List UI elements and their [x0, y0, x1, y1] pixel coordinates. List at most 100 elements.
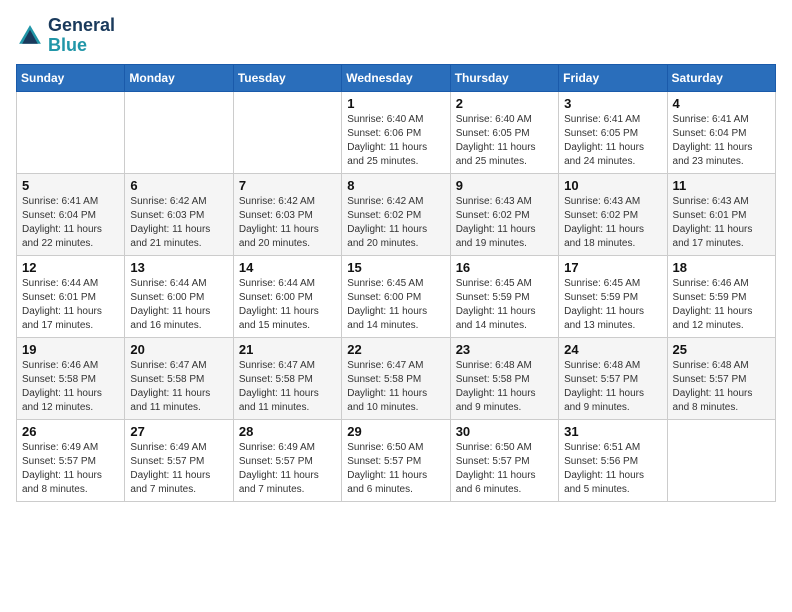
calendar-week-row: 12Sunrise: 6:44 AM Sunset: 6:01 PM Dayli… [17, 255, 776, 337]
day-number: 1 [347, 96, 444, 111]
calendar-week-row: 26 Sunrise: 6:49 AM Sunset: 5:57 PM Dayli… [17, 419, 776, 501]
weekday-header-cell: Wednesday [342, 64, 450, 91]
day-number: 29 [347, 424, 444, 439]
day-info: Sunrise: 6:42 AM Sunset: 6:02 PM Dayligh… [347, 195, 444, 251]
day-number: 4 [673, 96, 770, 111]
calendar-cell: 31Sunrise: 6:51 AM Sunset: 5:56 PM Dayli… [559, 419, 667, 501]
weekday-header-cell: Tuesday [233, 64, 341, 91]
day-info: Sunrise: 6:43 AM Sunset: 6:02 PM Dayligh… [564, 195, 661, 251]
day-number: 17 [564, 260, 661, 275]
calendar-cell: 8 Sunrise: 6:42 AM Sunset: 6:02 PM Daylig… [342, 173, 450, 255]
day-number: 7 [239, 178, 336, 193]
calendar-cell: 2 Sunrise: 6:40 AM Sunset: 6:05 PM Daylig… [450, 91, 558, 173]
calendar-cell: 19 Sunrise: 6:46 AM Sunset: 5:58 PM Dayli… [17, 337, 125, 419]
day-info: Sunrise: 6:44 AM Sunset: 6:00 PM Dayligh… [130, 277, 227, 333]
day-info: Sunrise: 6:50 AM Sunset: 5:57 PM Dayligh… [456, 441, 553, 497]
day-info: Sunrise: 6:43 AM Sunset: 6:02 PM Dayligh… [456, 195, 553, 251]
day-number: 8 [347, 178, 444, 193]
calendar-cell: 16 Sunrise: 6:45 AM Sunset: 5:59 PM Dayli… [450, 255, 558, 337]
day-info: Sunrise: 6:42 AM Sunset: 6:03 PM Dayligh… [130, 195, 227, 251]
calendar-cell: 24 Sunrise: 6:48 AM Sunset: 5:57 PM Dayli… [559, 337, 667, 419]
calendar-cell: 23 Sunrise: 6:48 AM Sunset: 5:58 PM Dayli… [450, 337, 558, 419]
day-number: 11 [673, 178, 770, 193]
calendar-week-row: 19 Sunrise: 6:46 AM Sunset: 5:58 PM Dayli… [17, 337, 776, 419]
day-number: 14 [239, 260, 336, 275]
calendar-cell: 5 Sunrise: 6:41 AM Sunset: 6:04 PM Daylig… [17, 173, 125, 255]
calendar-table: SundayMondayTuesdayWednesdayThursdayFrid… [16, 64, 776, 502]
day-number: 9 [456, 178, 553, 193]
logo-text: General Blue [48, 16, 115, 56]
day-info: Sunrise: 6:46 AM Sunset: 5:59 PM Dayligh… [673, 277, 770, 333]
day-info: Sunrise: 6:51 AM Sunset: 5:56 PM Dayligh… [564, 441, 661, 497]
weekday-header-cell: Monday [125, 64, 233, 91]
day-number: 10 [564, 178, 661, 193]
day-info: Sunrise: 6:48 AM Sunset: 5:57 PM Dayligh… [564, 359, 661, 415]
day-info: Sunrise: 6:47 AM Sunset: 5:58 PM Dayligh… [347, 359, 444, 415]
calendar-cell [17, 91, 125, 173]
calendar-cell: 12Sunrise: 6:44 AM Sunset: 6:01 PM Dayli… [17, 255, 125, 337]
calendar-cell [125, 91, 233, 173]
weekday-header-cell: Thursday [450, 64, 558, 91]
day-info: Sunrise: 6:45 AM Sunset: 5:59 PM Dayligh… [564, 277, 661, 333]
day-info: Sunrise: 6:50 AM Sunset: 5:57 PM Dayligh… [347, 441, 444, 497]
calendar-cell: 21 Sunrise: 6:47 AM Sunset: 5:58 PM Dayli… [233, 337, 341, 419]
day-number: 12 [22, 260, 119, 275]
day-info: Sunrise: 6:42 AM Sunset: 6:03 PM Dayligh… [239, 195, 336, 251]
day-number: 19 [22, 342, 119, 357]
calendar-cell: 17 Sunrise: 6:45 AM Sunset: 5:59 PM Dayli… [559, 255, 667, 337]
logo: General Blue [16, 16, 115, 56]
day-info: Sunrise: 6:47 AM Sunset: 5:58 PM Dayligh… [130, 359, 227, 415]
day-info: Sunrise: 6:48 AM Sunset: 5:58 PM Dayligh… [456, 359, 553, 415]
day-info: Sunrise: 6:44 AM Sunset: 6:00 PM Dayligh… [239, 277, 336, 333]
page-header: General Blue [16, 16, 776, 56]
calendar-cell: 3Sunrise: 6:41 AM Sunset: 6:05 PM Daylig… [559, 91, 667, 173]
calendar-cell: 13 Sunrise: 6:44 AM Sunset: 6:00 PM Dayli… [125, 255, 233, 337]
calendar-week-row: 5 Sunrise: 6:41 AM Sunset: 6:04 PM Daylig… [17, 173, 776, 255]
day-info: Sunrise: 6:45 AM Sunset: 6:00 PM Dayligh… [347, 277, 444, 333]
day-info: Sunrise: 6:40 AM Sunset: 6:05 PM Dayligh… [456, 113, 553, 169]
day-number: 26 [22, 424, 119, 439]
calendar-cell: 9 Sunrise: 6:43 AM Sunset: 6:02 PM Daylig… [450, 173, 558, 255]
day-info: Sunrise: 6:41 AM Sunset: 6:05 PM Dayligh… [564, 113, 661, 169]
calendar-cell: 14 Sunrise: 6:44 AM Sunset: 6:00 PM Dayli… [233, 255, 341, 337]
day-number: 22 [347, 342, 444, 357]
day-number: 16 [456, 260, 553, 275]
calendar-week-row: 1 Sunrise: 6:40 AM Sunset: 6:06 PM Daylig… [17, 91, 776, 173]
day-number: 18 [673, 260, 770, 275]
day-number: 13 [130, 260, 227, 275]
calendar-cell: 30 Sunrise: 6:50 AM Sunset: 5:57 PM Dayli… [450, 419, 558, 501]
day-number: 2 [456, 96, 553, 111]
weekday-header-cell: Sunday [17, 64, 125, 91]
day-number: 27 [130, 424, 227, 439]
calendar-cell: 6 Sunrise: 6:42 AM Sunset: 6:03 PM Daylig… [125, 173, 233, 255]
calendar-cell: 11Sunrise: 6:43 AM Sunset: 6:01 PM Dayli… [667, 173, 775, 255]
calendar-cell [233, 91, 341, 173]
day-number: 30 [456, 424, 553, 439]
calendar-cell: 27Sunrise: 6:49 AM Sunset: 5:57 PM Dayli… [125, 419, 233, 501]
day-info: Sunrise: 6:40 AM Sunset: 6:06 PM Dayligh… [347, 113, 444, 169]
calendar-cell: 25Sunrise: 6:48 AM Sunset: 5:57 PM Dayli… [667, 337, 775, 419]
day-info: Sunrise: 6:49 AM Sunset: 5:57 PM Dayligh… [22, 441, 119, 497]
logo-icon [16, 22, 44, 50]
day-number: 24 [564, 342, 661, 357]
day-number: 6 [130, 178, 227, 193]
day-number: 20 [130, 342, 227, 357]
day-info: Sunrise: 6:47 AM Sunset: 5:58 PM Dayligh… [239, 359, 336, 415]
calendar-cell: 15 Sunrise: 6:45 AM Sunset: 6:00 PM Dayli… [342, 255, 450, 337]
day-info: Sunrise: 6:45 AM Sunset: 5:59 PM Dayligh… [456, 277, 553, 333]
calendar-cell: 20 Sunrise: 6:47 AM Sunset: 5:58 PM Dayli… [125, 337, 233, 419]
calendar-cell [667, 419, 775, 501]
day-number: 23 [456, 342, 553, 357]
day-info: Sunrise: 6:49 AM Sunset: 5:57 PM Dayligh… [239, 441, 336, 497]
day-number: 15 [347, 260, 444, 275]
day-number: 5 [22, 178, 119, 193]
day-info: Sunrise: 6:41 AM Sunset: 6:04 PM Dayligh… [22, 195, 119, 251]
day-number: 21 [239, 342, 336, 357]
weekday-header-cell: Saturday [667, 64, 775, 91]
calendar-cell: 29 Sunrise: 6:50 AM Sunset: 5:57 PM Dayli… [342, 419, 450, 501]
calendar-cell: 22 Sunrise: 6:47 AM Sunset: 5:58 PM Dayli… [342, 337, 450, 419]
day-number: 28 [239, 424, 336, 439]
day-info: Sunrise: 6:46 AM Sunset: 5:58 PM Dayligh… [22, 359, 119, 415]
calendar-cell: 4Sunrise: 6:41 AM Sunset: 6:04 PM Daylig… [667, 91, 775, 173]
calendar-cell: 28 Sunrise: 6:49 AM Sunset: 5:57 PM Dayli… [233, 419, 341, 501]
